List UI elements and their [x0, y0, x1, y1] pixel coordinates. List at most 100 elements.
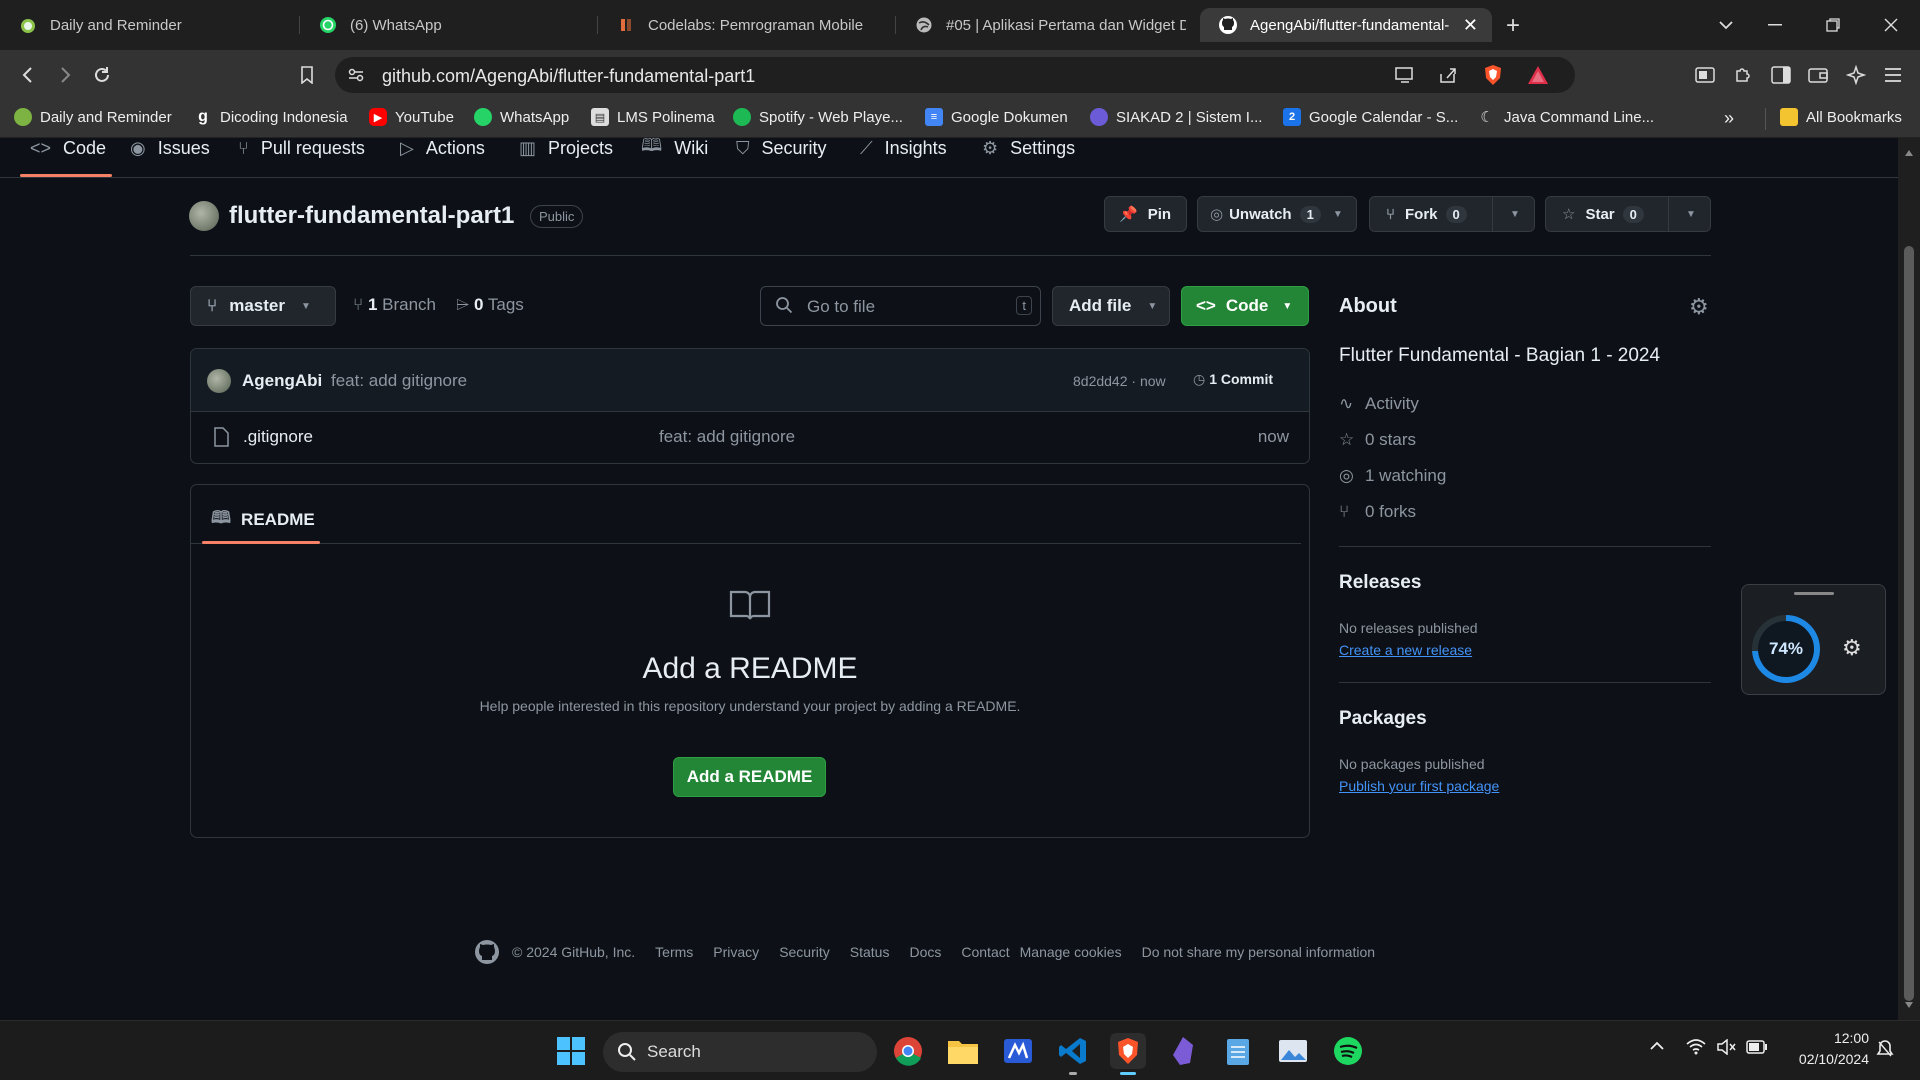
- commit-hash[interactable]: 8d2dd42: [1073, 373, 1128, 389]
- cast-icon[interactable]: [1395, 66, 1415, 84]
- close-tab-icon[interactable]: ✕: [1463, 15, 1478, 36]
- more-bookmarks-icon[interactable]: »: [1724, 108, 1734, 129]
- taskbar-search[interactable]: Search: [603, 1032, 877, 1072]
- github-logo-icon[interactable]: [474, 939, 500, 965]
- extensions-icon[interactable]: [1728, 60, 1758, 90]
- bookmark-java-cmd[interactable]: ☾ Java Command Line...: [1478, 108, 1654, 127]
- tab-projects[interactable]: ▥ Projects: [519, 138, 613, 158]
- pin-button[interactable]: 📌 Pin: [1104, 196, 1187, 232]
- obsidian-icon[interactable]: [1165, 1033, 1201, 1069]
- tab-aplikasi[interactable]: #05 | Aplikasi Pertama dan Widget D: [896, 8, 1194, 42]
- bookmark-lms[interactable]: ▤ LMS Polinema: [591, 108, 715, 126]
- spotify-icon[interactable]: [1330, 1033, 1366, 1069]
- file-row[interactable]: .gitignore feat: add gitignore now: [191, 413, 1309, 463]
- vscode-icon[interactable]: [1055, 1033, 1091, 1075]
- repo-avatar[interactable]: [189, 201, 219, 231]
- footer-link-do-not-share[interactable]: Do not share my personal information: [1142, 944, 1375, 960]
- share-icon[interactable]: [1438, 66, 1458, 84]
- add-file-button[interactable]: Add file ▼: [1052, 286, 1170, 326]
- close-window-button[interactable]: [1871, 10, 1911, 40]
- commit-message[interactable]: feat: add gitignore: [331, 371, 467, 391]
- wifi-icon[interactable]: [1686, 1039, 1706, 1055]
- footer-link-docs[interactable]: Docs: [909, 944, 941, 960]
- watching-link[interactable]: ◎ 1 watching: [1339, 466, 1446, 486]
- app-icon-m[interactable]: [1000, 1033, 1036, 1069]
- site-settings-icon[interactable]: [347, 66, 365, 84]
- bookmark-whatsapp[interactable]: WhatsApp: [474, 108, 569, 126]
- photos-icon[interactable]: [1275, 1033, 1311, 1069]
- tab-codelabs[interactable]: Codelabs: Pemrograman Mobile: [598, 8, 896, 42]
- bookmark-youtube[interactable]: ▶ YouTube: [369, 108, 454, 126]
- commit-author[interactable]: AgengAbi: [242, 371, 322, 391]
- author-avatar[interactable]: [207, 369, 231, 393]
- commits-link[interactable]: ◷ 1 Commit: [1193, 371, 1273, 388]
- tab-insights[interactable]: ⟋ Insights: [860, 138, 947, 158]
- all-bookmarks-button[interactable]: All Bookmarks: [1780, 108, 1902, 126]
- footer-link-privacy[interactable]: Privacy: [713, 944, 759, 960]
- menu-icon[interactable]: [1878, 60, 1908, 90]
- tab-whatsapp[interactable]: (6) WhatsApp: [300, 8, 598, 42]
- unwatch-button[interactable]: ◎ Unwatch 1 ▼: [1197, 196, 1357, 232]
- readme-tab[interactable]: 🕮 README: [211, 505, 315, 534]
- forward-button[interactable]: [50, 60, 80, 90]
- brave-shield-icon[interactable]: [1483, 64, 1503, 86]
- address-bar[interactable]: github.com/AgengAbi/flutter-fundamental-…: [335, 57, 1575, 93]
- bookmark-siakad[interactable]: SIAKAD 2 | Sistem I...: [1090, 108, 1262, 126]
- minimize-button[interactable]: [1755, 10, 1795, 40]
- stars-link[interactable]: ☆ 0 stars: [1339, 430, 1416, 450]
- page-scrollbar[interactable]: [1898, 138, 1920, 1020]
- footer-link-contact[interactable]: Contact: [961, 944, 1009, 960]
- back-button[interactable]: [13, 60, 43, 90]
- chrome-icon[interactable]: [890, 1033, 926, 1069]
- new-tab-button[interactable]: +: [1506, 12, 1520, 40]
- tab-actions[interactable]: ▷ Actions: [400, 138, 485, 158]
- tab-github-active[interactable]: AgengAbi/flutter-fundamental- ✕: [1200, 8, 1492, 42]
- leo-ai-icon[interactable]: [1841, 60, 1871, 90]
- windows-start-icon[interactable]: [553, 1033, 589, 1069]
- tab-security[interactable]: ⛉ Security: [736, 138, 827, 158]
- star-button[interactable]: ☆ Star 0 ▼: [1545, 196, 1711, 232]
- publish-package-link[interactable]: Publish your first package: [1339, 778, 1499, 794]
- tab-wiki[interactable]: 🕮 Wiki: [641, 138, 708, 158]
- chevron-down-icon[interactable]: ▼: [1510, 209, 1520, 220]
- clock-date[interactable]: 02/10/2024: [1788, 1051, 1869, 1067]
- scrollbar-thumb[interactable]: [1904, 246, 1914, 1001]
- tab-issues[interactable]: ◉ Issues: [130, 138, 210, 158]
- packages-heading[interactable]: Packages: [1339, 708, 1427, 730]
- releases-heading[interactable]: Releases: [1339, 572, 1421, 594]
- bookmark-spotify[interactable]: Spotify - Web Playe...: [733, 108, 903, 126]
- notepad-icon[interactable]: [1220, 1033, 1256, 1069]
- bookmark-google-calendar[interactable]: 2 Google Calendar - S...: [1283, 108, 1458, 126]
- bookmark-daily-reminder[interactable]: Daily and Reminder: [14, 108, 172, 126]
- tab-search-chevron-icon[interactable]: [1706, 10, 1746, 40]
- file-explorer-icon[interactable]: [945, 1033, 981, 1069]
- brave-rewards-icon[interactable]: [1527, 65, 1549, 85]
- footer-link-terms[interactable]: Terms: [655, 944, 693, 960]
- show-hidden-icons-chevron[interactable]: [1650, 1041, 1664, 1051]
- wallet-icon[interactable]: [1803, 60, 1833, 90]
- tab-code[interactable]: <> Code: [30, 138, 106, 158]
- file-name[interactable]: .gitignore: [243, 427, 313, 447]
- bookmark-icon[interactable]: [292, 60, 322, 90]
- file-commit-message[interactable]: feat: add gitignore: [659, 427, 795, 447]
- go-to-file-input[interactable]: Go to file t: [760, 286, 1041, 326]
- performance-widget[interactable]: 74% ⚙: [1741, 584, 1886, 695]
- footer-link-manage-cookies[interactable]: Manage cookies: [1020, 944, 1122, 960]
- forks-link[interactable]: ⑂ 0 forks: [1339, 502, 1416, 522]
- side-panel-icon[interactable]: [1766, 60, 1796, 90]
- repo-title[interactable]: flutter-fundamental-part1: [229, 202, 514, 230]
- drag-handle[interactable]: [1794, 592, 1834, 595]
- bookmark-google-docs[interactable]: ≡ Google Dokumen: [925, 108, 1068, 126]
- chevron-down-icon[interactable]: ▼: [1686, 209, 1696, 220]
- footer-link-security[interactable]: Security: [779, 944, 830, 960]
- sidebar-icon[interactable]: [1690, 60, 1720, 90]
- gear-icon[interactable]: ⚙: [1842, 635, 1862, 661]
- create-release-link[interactable]: Create a new release: [1339, 642, 1472, 658]
- tab-daily-reminder[interactable]: Daily and Reminder: [0, 8, 300, 42]
- brave-browser-icon[interactable]: [1110, 1033, 1146, 1075]
- clock-time[interactable]: 12:00: [1829, 1030, 1869, 1046]
- code-button[interactable]: <> Code ▼: [1181, 286, 1309, 326]
- about-settings-gear-icon[interactable]: ⚙: [1689, 294, 1709, 320]
- notification-bell-icon[interactable]: [1876, 1039, 1894, 1059]
- branches-link[interactable]: ⑂ 1 Branch: [353, 295, 436, 315]
